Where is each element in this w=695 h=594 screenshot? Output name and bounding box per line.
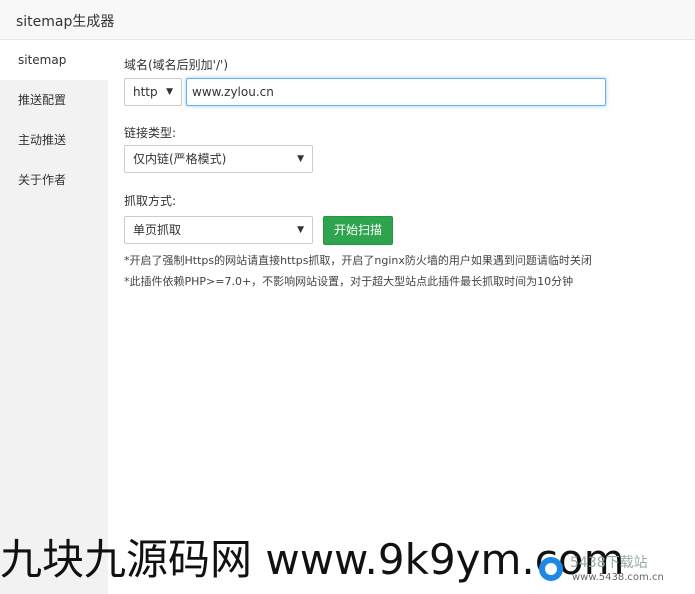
- sidebar-item-sitemap[interactable]: sitemap: [0, 40, 108, 80]
- crawl-mode-select-value: 单页抓取: [133, 223, 182, 237]
- watermark-logo-url: www.5438.com.cn: [572, 572, 664, 583]
- watermark-text: 九块九源码网 www.9k9ym.com: [0, 535, 625, 584]
- protocol-select[interactable]: http ▼: [124, 78, 182, 106]
- domain-label: 域名(域名后别加'/'): [124, 58, 229, 72]
- note-php: *此插件依赖PHP>=7.0+，不影响网站设置，对于超大型站点此插件最长抓取时间…: [124, 275, 574, 288]
- chevron-down-icon: ▼: [166, 87, 173, 97]
- sidebar-item-label: 主动推送: [18, 133, 67, 147]
- sidebar-item-label: 推送配置: [18, 93, 67, 107]
- window-titlebar: sitemap生成器: [0, 0, 695, 40]
- window-title: sitemap生成器: [16, 14, 115, 30]
- site-logo-icon: [539, 557, 563, 581]
- crawl-mode-label: 抓取方式:: [124, 194, 177, 208]
- link-type-label: 链接类型:: [124, 126, 177, 140]
- sidebar: sitemap 推送配置 主动推送 关于作者: [0, 40, 108, 594]
- crawl-mode-select[interactable]: 单页抓取 ▼: [124, 216, 313, 244]
- sidebar-item-label: sitemap: [18, 53, 67, 67]
- protocol-select-value: http: [133, 85, 158, 99]
- note-https: *开启了强制Https的网站请直接https抓取，开启了nginx防火墙的用户如…: [124, 254, 592, 267]
- chevron-down-icon: ▼: [297, 154, 304, 164]
- domain-input[interactable]: [186, 78, 606, 106]
- watermark-logo-text: 5438下载站: [570, 555, 648, 571]
- sidebar-item-active-push[interactable]: 主动推送: [0, 120, 108, 160]
- link-type-select[interactable]: 仅内链(严格模式) ▼: [124, 145, 313, 173]
- main-panel: 域名(域名后别加'/') http ▼ 链接类型: 仅内链(严格模式) ▼ 抓取…: [108, 40, 695, 594]
- sidebar-item-label: 关于作者: [18, 173, 67, 187]
- start-scan-button[interactable]: 开始扫描: [323, 216, 393, 245]
- sidebar-item-push-config[interactable]: 推送配置: [0, 80, 108, 120]
- chevron-down-icon: ▼: [297, 225, 304, 235]
- sidebar-item-about-author[interactable]: 关于作者: [0, 160, 108, 200]
- link-type-select-value: 仅内链(严格模式): [133, 152, 227, 166]
